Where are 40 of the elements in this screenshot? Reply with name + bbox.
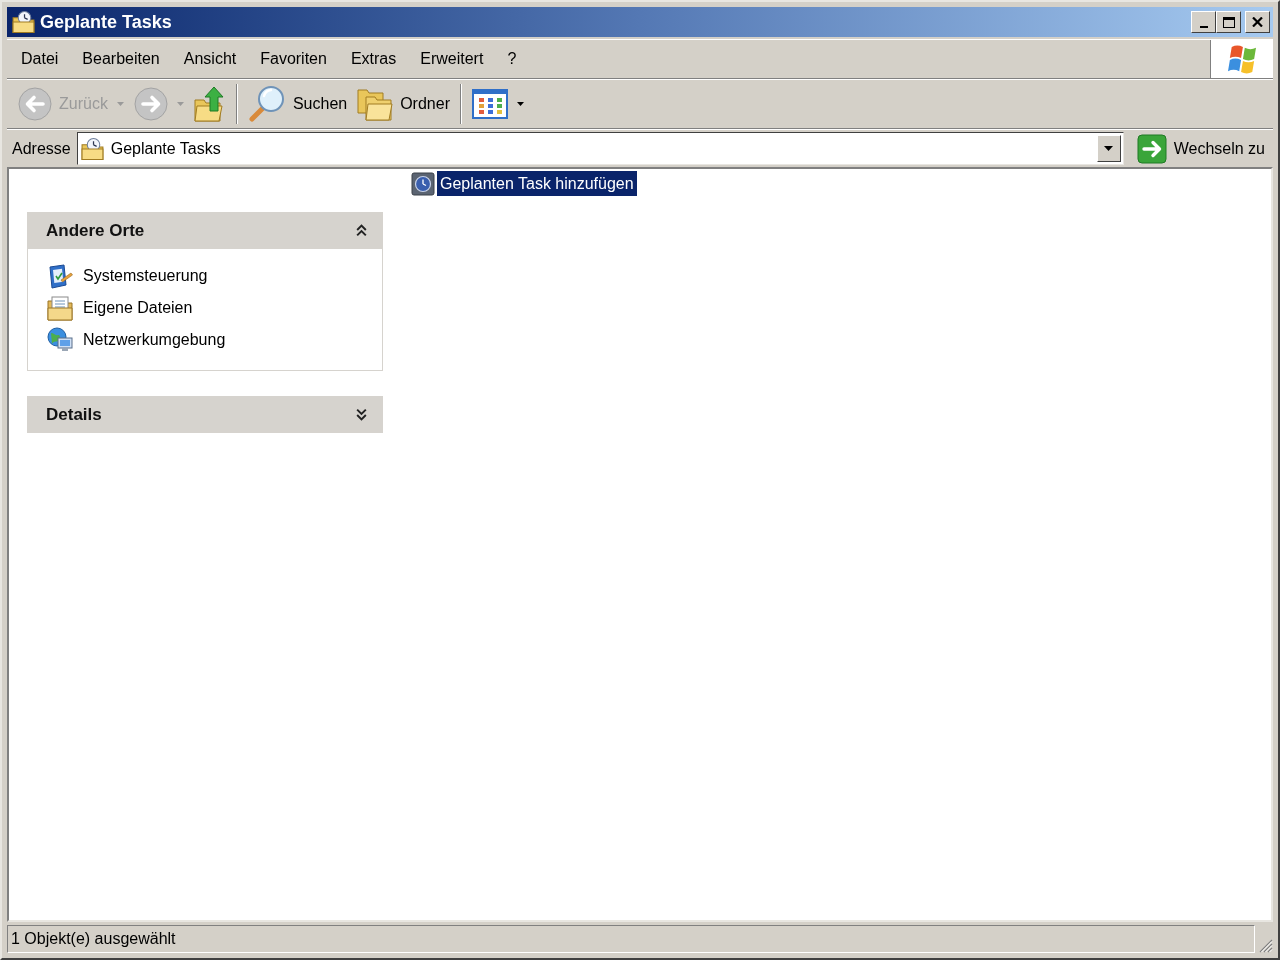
search-icon	[247, 85, 286, 123]
file-name[interactable]: Geplanten Task hinzufügen	[437, 171, 637, 196]
dropdown-arrow-icon	[1104, 146, 1114, 151]
status-text: 1 Objekt(e) ausgewählt	[7, 925, 1255, 953]
globe-computer-icon	[47, 327, 73, 353]
folder-document-icon	[47, 295, 73, 321]
menu-item[interactable]: Erweitert	[408, 43, 496, 75]
maximize-icon	[1222, 16, 1235, 28]
clock-icon	[411, 171, 435, 196]
menu-item[interactable]: Extras	[338, 43, 409, 75]
search-button[interactable]: Suchen	[242, 83, 353, 125]
window-title: Geplante Tasks	[40, 10, 172, 34]
place-link[interactable]: Netzwerkumgebung	[47, 327, 226, 353]
folders-button[interactable]: Ordner	[352, 83, 455, 125]
minimize-icon	[1199, 26, 1208, 28]
task-pane-header[interactable]: Details	[27, 396, 383, 433]
folder-clock-icon	[80, 136, 105, 161]
panel-pen-icon	[47, 263, 73, 289]
size-grip-icon	[1257, 937, 1273, 953]
place-link[interactable]: Eigene Dateien	[47, 295, 193, 321]
menu-item[interactable]: Favoriten	[248, 43, 339, 75]
address-dropdown-button[interactable]	[1096, 135, 1121, 162]
view-grid-icon	[471, 89, 508, 119]
close-button[interactable]	[1245, 11, 1270, 33]
folder-clock-icon	[12, 10, 36, 34]
address-field[interactable]: Geplante Tasks	[76, 132, 1124, 165]
menu-item[interactable]: Bearbeiten	[70, 43, 172, 75]
windows-flag-logo	[1228, 44, 1256, 74]
maximize-button[interactable]	[1216, 11, 1241, 33]
address-label: Adresse	[12, 138, 71, 159]
folders-icon	[357, 87, 394, 121]
minimize-button[interactable]	[1191, 11, 1216, 33]
task-pane-header[interactable]: Andere Orte	[27, 212, 383, 249]
menu-item[interactable]: Ansicht	[171, 43, 249, 75]
menu-item[interactable]: Datei	[9, 43, 71, 75]
close-icon	[1252, 17, 1263, 27]
place-link[interactable]: Systemsteuerung	[47, 263, 208, 289]
folder-up-arrow-icon	[193, 86, 226, 122]
go-button[interactable]: Wechseln zu	[1132, 131, 1269, 166]
menu-item[interactable]: ?	[495, 43, 529, 75]
